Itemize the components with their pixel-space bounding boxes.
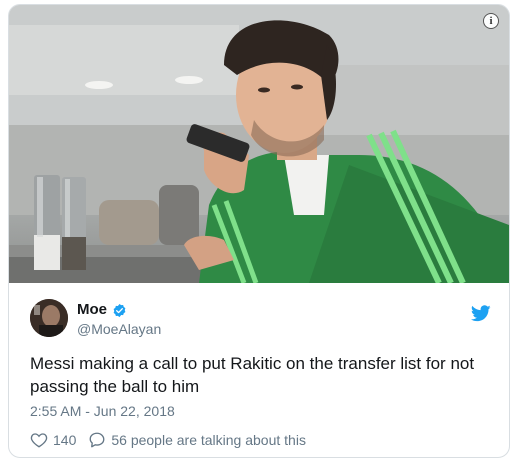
- tweet-media-image[interactable]: i: [9, 5, 509, 283]
- speech-bubble-icon[interactable]: [88, 431, 106, 449]
- display-name[interactable]: Moe: [77, 301, 107, 318]
- avatar-image: [30, 299, 68, 337]
- tweet-text: Messi making a call to put Rakitic on th…: [30, 354, 475, 396]
- user-handle[interactable]: @MoeAlayan: [77, 321, 161, 337]
- conversation-link[interactable]: 56 people are talking about this: [111, 432, 306, 448]
- avatar[interactable]: [30, 299, 68, 337]
- tweet-body: Moe @MoeAlayan Messi making a call to pu…: [9, 283, 509, 457]
- verified-badge-icon: [113, 303, 126, 318]
- embedded-tweet-card[interactable]: i Moe @MoeAlayan Messi making a call to …: [8, 4, 510, 458]
- twitter-bird-icon[interactable]: [471, 305, 491, 322]
- tweet-timestamp[interactable]: 2:55 AM - Jun 22, 2018: [30, 403, 175, 419]
- like-count[interactable]: 140: [53, 432, 76, 448]
- photo-illustration: [9, 5, 509, 283]
- tweet-actions: 140 56 people are talking about this: [30, 431, 306, 449]
- heart-icon[interactable]: [30, 431, 48, 449]
- info-icon[interactable]: i: [483, 13, 499, 29]
